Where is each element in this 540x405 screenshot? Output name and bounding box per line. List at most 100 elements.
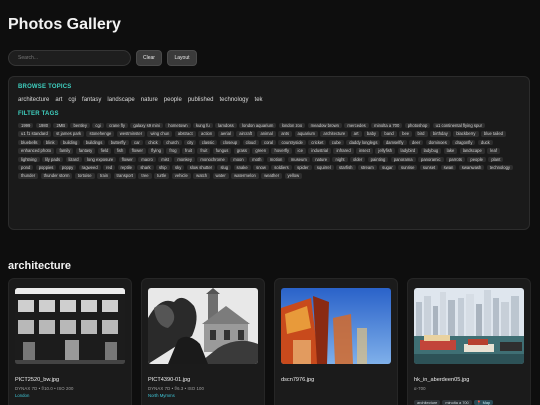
- filter-tag[interactable]: cricket: [308, 139, 327, 146]
- filter-tag[interactable]: church: [163, 139, 182, 146]
- filter-tag[interactable]: 1980: [35, 123, 52, 129]
- topic-link[interactable]: tek: [255, 97, 263, 103]
- map-chip[interactable]: 📍 Map: [473, 400, 494, 405]
- filter-tag[interactable]: tree: [138, 173, 152, 179]
- filter-tag[interactable]: aircraft: [236, 131, 256, 137]
- filter-tag[interactable]: hometown: [165, 123, 191, 129]
- photo-location-link[interactable]: London: [15, 393, 29, 398]
- filter-tag[interactable]: reptile: [117, 165, 135, 171]
- filter-tag[interactable]: panoramic: [417, 156, 444, 163]
- filter-tag[interactable]: weather: [261, 173, 283, 179]
- filter-tag[interactable]: ladybird: [397, 148, 419, 154]
- filter-tag[interactable]: fish: [113, 148, 127, 154]
- filter-tag[interactable]: flying: [148, 148, 165, 154]
- filter-tag[interactable]: car: [130, 139, 143, 146]
- filter-tag[interactable]: swan: [440, 165, 457, 171]
- filter-tag[interactable]: hoverfly: [271, 148, 293, 154]
- filter-tag[interactable]: cube: [328, 139, 344, 146]
- filter-tag[interactable]: mercedes: [344, 123, 369, 129]
- filter-tag[interactable]: soldiers: [271, 165, 292, 171]
- filter-tag[interactable]: photoshop: [404, 123, 431, 129]
- filter-tag[interactable]: bird: [414, 131, 428, 137]
- filter-tag[interactable]: frog: [166, 148, 180, 154]
- filter-tag[interactable]: baby: [363, 131, 380, 137]
- filter-tag[interactable]: thunder storm: [40, 173, 73, 179]
- filter-tag[interactable]: ladybug: [420, 148, 442, 154]
- filter-tag[interactable]: tortoise: [74, 173, 95, 179]
- filter-tag[interactable]: starfish: [336, 165, 356, 171]
- filter-tag[interactable]: damselfly: [382, 139, 407, 146]
- filter-tag[interactable]: action: [198, 131, 216, 137]
- filter-tag[interactable]: dominoes: [425, 139, 450, 146]
- filter-tag[interactable]: people: [467, 156, 486, 163]
- filter-tag[interactable]: technology: [486, 165, 513, 171]
- filter-tag[interactable]: night: [332, 156, 348, 163]
- filter-tag[interactable]: band: [381, 131, 397, 137]
- filter-tag[interactable]: flower: [128, 148, 146, 154]
- filter-tag[interactable]: parrots: [445, 156, 465, 163]
- filter-tag[interactable]: building: [59, 139, 81, 146]
- filter-tag[interactable]: watermelon: [231, 173, 259, 179]
- filter-tag[interactable]: stonehenge: [86, 131, 115, 137]
- filter-tag[interactable]: infrared: [333, 148, 354, 154]
- filter-tag[interactable]: bentley: [70, 123, 90, 129]
- topic-link[interactable]: nature: [141, 97, 158, 103]
- filter-tag[interactable]: sugar: [379, 165, 396, 171]
- filter-tag[interactable]: galaxy s9 mini: [130, 123, 163, 129]
- filter-tag[interactable]: deer: [408, 139, 424, 146]
- filter-tag[interactable]: london aquarium: [239, 123, 277, 129]
- filter-tag[interactable]: industrial: [308, 148, 332, 154]
- photo-thumbnail[interactable]: [414, 288, 524, 364]
- filter-tag[interactable]: turtle: [154, 173, 170, 179]
- filter-tag[interactable]: vehicle: [171, 173, 191, 179]
- filter-tag[interactable]: meadow brown: [307, 123, 342, 129]
- filter-tag[interactable]: field: [97, 148, 112, 154]
- photo-thumbnail[interactable]: [15, 288, 125, 364]
- filter-tag[interactable]: slow shutter: [186, 165, 216, 171]
- filter-tag[interactable]: flower: [118, 156, 136, 163]
- filter-tag[interactable]: bee: [399, 131, 413, 137]
- filter-tag[interactable]: london zoo: [278, 123, 306, 129]
- filter-tag[interactable]: panorama: [390, 156, 416, 163]
- topic-link[interactable]: published: [188, 97, 214, 103]
- filter-tag[interactable]: snow: [253, 165, 269, 171]
- filter-tag[interactable]: blackberry: [453, 131, 479, 137]
- filter-tag[interactable]: moth: [249, 156, 265, 163]
- filter-tag[interactable]: jellyfish: [375, 148, 396, 154]
- filter-tag[interactable]: red: [103, 165, 116, 171]
- filter-tag[interactable]: insect: [356, 148, 373, 154]
- filter-tag[interactable]: squirrel: [313, 165, 334, 171]
- photo-thumbnail[interactable]: [281, 288, 391, 364]
- filter-tag[interactable]: plant: [488, 156, 504, 163]
- filter-tag[interactable]: green: [252, 148, 270, 154]
- filter-tag[interactable]: moon: [230, 156, 247, 163]
- photo-card[interactable]: PICT4390-01.jpg DYNAX 7D • f/6.3 • ISO 1…: [141, 278, 265, 405]
- photo-card[interactable]: PICT2520_bw.jpg DYNAX 7D • f/10.0 • ISO …: [8, 278, 132, 405]
- filter-tag[interactable]: macro: [138, 156, 156, 163]
- topic-link[interactable]: art: [55, 97, 62, 103]
- filter-tag[interactable]: watch: [193, 173, 211, 179]
- filter-tag[interactable]: westminster: [116, 131, 146, 137]
- filter-tag[interactable]: blue tailed: [480, 131, 506, 137]
- filter-tag[interactable]: grass: [233, 148, 250, 154]
- filter-tag[interactable]: pond: [18, 165, 34, 171]
- filter-tag[interactable]: dragonfly: [452, 139, 476, 146]
- filter-tag[interactable]: yellow: [284, 173, 303, 179]
- photo-thumbnail[interactable]: [148, 288, 258, 364]
- filter-tag[interactable]: fantasy: [75, 148, 96, 154]
- filter-tag[interactable]: swanwash: [458, 165, 485, 171]
- filter-tag[interactable]: crane fly: [106, 123, 128, 129]
- filter-tag[interactable]: poppy: [58, 165, 77, 171]
- filter-tag[interactable]: ship: [155, 165, 170, 171]
- photo-location-link[interactable]: North Mymms: [148, 393, 175, 398]
- filter-tag[interactable]: snake: [233, 165, 251, 171]
- filter-tag[interactable]: sky: [172, 165, 185, 171]
- filter-tag[interactable]: architecture: [320, 131, 349, 137]
- filter-tag[interactable]: wing chun: [147, 131, 173, 137]
- filter-tag[interactable]: leaf: [487, 148, 500, 154]
- layout-button[interactable]: Layout: [167, 50, 197, 66]
- filter-tag[interactable]: duck: [477, 139, 493, 146]
- filter-tag[interactable]: lily pads: [42, 156, 64, 163]
- filter-tag[interactable]: buildings: [82, 139, 106, 146]
- filter-tag[interactable]: spider: [294, 165, 312, 171]
